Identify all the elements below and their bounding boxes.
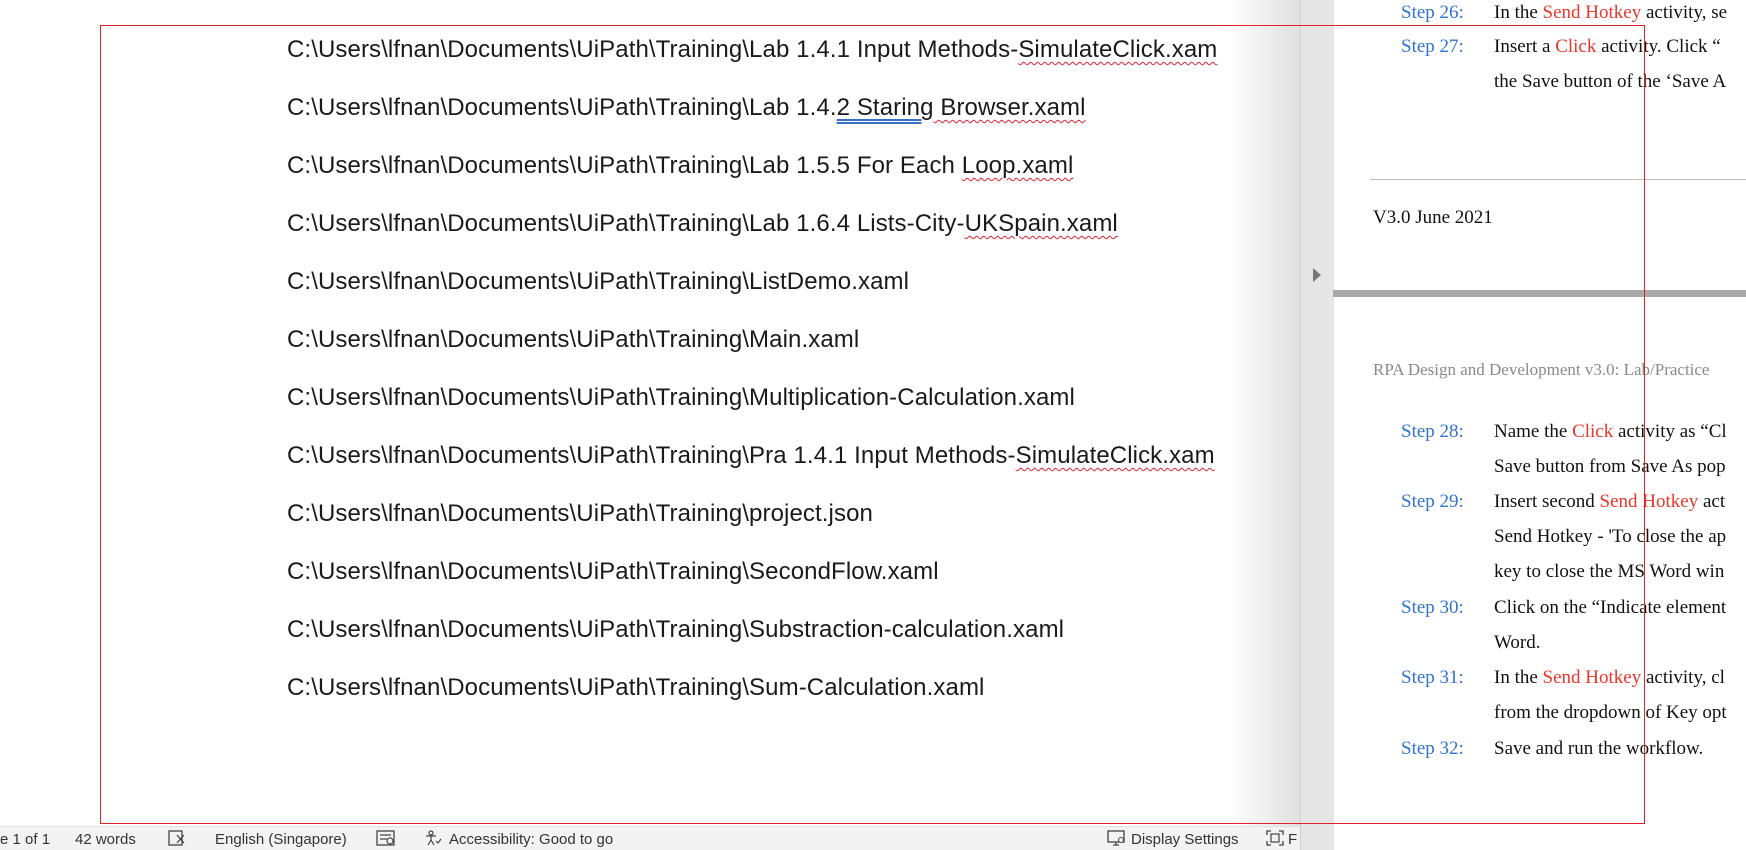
step-text: Insert a Click activity. Click “ (1494, 36, 1721, 58)
file-path-line: C:\Users\lfnan\Documents\UiPath\Training… (287, 268, 909, 296)
version-footer: V3.0 June 2021 (1373, 207, 1493, 228)
file-path-line: C:\Users\lfnan\Documents\UiPath\Training… (287, 442, 1215, 470)
file-path-text: C:\Users\lfnan\Documents\UiPath\Training… (287, 268, 910, 295)
step-text-run: Click on the “Indicate element (1494, 597, 1727, 618)
spelling-flagged-text: SimulateClick.xam (1015, 442, 1215, 469)
file-path-line: C:\Users\lfnan\Documents\UiPath\Training… (287, 152, 1073, 180)
footer-rule (1370, 179, 1746, 180)
display-settings-icon[interactable] (1107, 830, 1125, 846)
step-text: Word. (1494, 632, 1541, 653)
step-label: Step 27: (1401, 36, 1464, 57)
step-text-run: activity as “Cl (1613, 421, 1727, 442)
step-label: Step 32: (1401, 738, 1464, 759)
page-edge-shadow (1230, 0, 1300, 826)
step-text-run: In the (1494, 2, 1543, 23)
file-path-text: C:\Users\lfnan\Documents\UiPath\Training… (287, 558, 939, 585)
spelling-flagged-text: UKSpain.xaml (964, 210, 1118, 237)
file-path-line: C:\Users\lfnan\Documents\UiPath\Training… (287, 616, 1064, 644)
pdf-page-content: Step 26: In the Send Hotkey activity, se S… (1333, 0, 1746, 850)
step-text-run: activity, cl (1641, 667, 1725, 688)
file-path-suffix: Browser.xaml (933, 94, 1086, 121)
language-indicator[interactable]: English (Singapore) (215, 831, 347, 848)
step-text-run: Insert second (1494, 491, 1600, 512)
file-path-line: C:\Users\lfnan\Documents\UiPath\Training… (287, 674, 984, 702)
step-label: Step 28: (1401, 421, 1464, 442)
step-text: In the Send Hotkey activity, cl (1494, 667, 1725, 689)
step-text: Click on the “Indicate element (1494, 597, 1726, 619)
file-path-line: C:\Users\lfnan\Documents\UiPath\Training… (287, 326, 859, 354)
file-path-text: C:\Users\lfnan\Documents\UiPath\Training… (287, 616, 1065, 643)
spelling-flagged-text: Loop.xaml (961, 152, 1074, 179)
file-path-text: C:\Users\lfnan\Documents\UiPath\Training… (287, 326, 860, 353)
file-path-line: C:\Users\lfnan\Documents\UiPath\Training… (287, 500, 873, 528)
step-text: key to close the MS Word win (1494, 561, 1725, 582)
step-label: Step 30: (1401, 597, 1464, 618)
file-path-text: C:\Users\lfnan\Documents\UiPath\Training… (287, 384, 1075, 411)
step-text-run: In the (1494, 667, 1543, 688)
activity-name: Click (1555, 36, 1597, 57)
file-path-text: C:\Users\lfnan\Documents\UiPath\Training… (287, 210, 965, 237)
step-text: Name the Click activity as “Cl (1494, 421, 1727, 443)
step-label: Step 26: (1401, 2, 1464, 23)
spelling-flagged-text: SimulateClick.xam (1018, 36, 1218, 63)
step-text: Save button from Save As pop (1494, 456, 1726, 477)
word-document-pane: C:\Users\lfnan\Documents\UiPath\Training… (0, 0, 1300, 850)
display-settings-button[interactable]: Display Settings (1131, 831, 1239, 848)
activity-name: Send Hotkey (1599, 491, 1699, 512)
step-text-run: act (1698, 491, 1726, 512)
step-text-run: activity, se (1641, 2, 1728, 23)
status-bar: e 1 of 1 42 words English (Singapore) Ac… (0, 826, 1300, 850)
accessibility-status[interactable]: Accessibility: Good to go (449, 831, 613, 848)
step-text-run: activity. Click “ (1596, 36, 1721, 57)
file-path-text: C:\Users\lfnan\Documents\UiPath\Training… (287, 36, 1019, 63)
step-text-run: Save and run the workflow. (1494, 738, 1704, 759)
step-text: Insert second Send Hotkey act (1494, 491, 1725, 513)
proofing-icon[interactable] (168, 830, 186, 846)
step-label: Step 29: (1401, 491, 1464, 512)
document-page[interactable]: C:\Users\lfnan\Documents\UiPath\Training… (0, 0, 1300, 826)
focus-mode-icon[interactable] (1266, 830, 1284, 846)
step-label: Step 31: (1401, 667, 1464, 688)
step-text: the Save button of the ‘Save A (1494, 71, 1727, 92)
activity-name: Send Hotkey (1542, 2, 1642, 23)
file-path-text: C:\Users\lfnan\Documents\UiPath\Training… (287, 500, 873, 527)
page-break-divider (1333, 290, 1746, 297)
word-count[interactable]: 42 words (75, 831, 136, 848)
expand-arrow-icon[interactable] (1313, 268, 1321, 282)
file-path-text: C:\Users\lfnan\Documents\UiPath\Training… (287, 152, 962, 179)
accessibility-icon[interactable] (424, 830, 442, 846)
file-path-text: C:\Users\lfnan\Documents\UiPath\Training… (287, 94, 837, 121)
activity-name: Send Hotkey (1542, 667, 1642, 688)
spelling-flagged-text: 2 Staring (836, 94, 934, 121)
focus-mode-label[interactable]: F (1288, 831, 1297, 848)
pdf-reader-pane: Step 26: In the Send Hotkey activity, se S… (1300, 0, 1746, 850)
file-path-line: C:\Users\lfnan\Documents\UiPath\Training… (287, 94, 1086, 122)
file-path-line: C:\Users\lfnan\Documents\UiPath\Training… (287, 558, 939, 586)
step-text-run: Name the (1494, 421, 1573, 442)
file-path-text: C:\Users\lfnan\Documents\UiPath\Training… (287, 674, 985, 701)
track-changes-icon[interactable] (376, 830, 395, 846)
file-path-line: C:\Users\lfnan\Documents\UiPath\Training… (287, 210, 1118, 238)
step-text: Send Hotkey - 'To close the ap (1494, 526, 1727, 547)
file-path-line: C:\Users\lfnan\Documents\UiPath\Training… (287, 384, 1075, 412)
pdf-running-header: RPA Design and Development v3.0: Lab/Pra… (1373, 360, 1710, 379)
pane-collapse-gutter[interactable] (1300, 0, 1334, 850)
step-text: In the Send Hotkey activity, se (1494, 2, 1727, 24)
step-text: Save and run the workflow. (1494, 738, 1703, 760)
file-path-text: C:\Users\lfnan\Documents\UiPath\Training… (287, 442, 1016, 469)
page-count[interactable]: e 1 of 1 (0, 831, 50, 848)
step-text: from the dropdown of Key opt (1494, 702, 1727, 723)
step-text-run: Insert a (1494, 36, 1556, 57)
file-path-line: C:\Users\lfnan\Documents\UiPath\Training… (287, 36, 1217, 64)
activity-name: Click (1572, 421, 1614, 442)
